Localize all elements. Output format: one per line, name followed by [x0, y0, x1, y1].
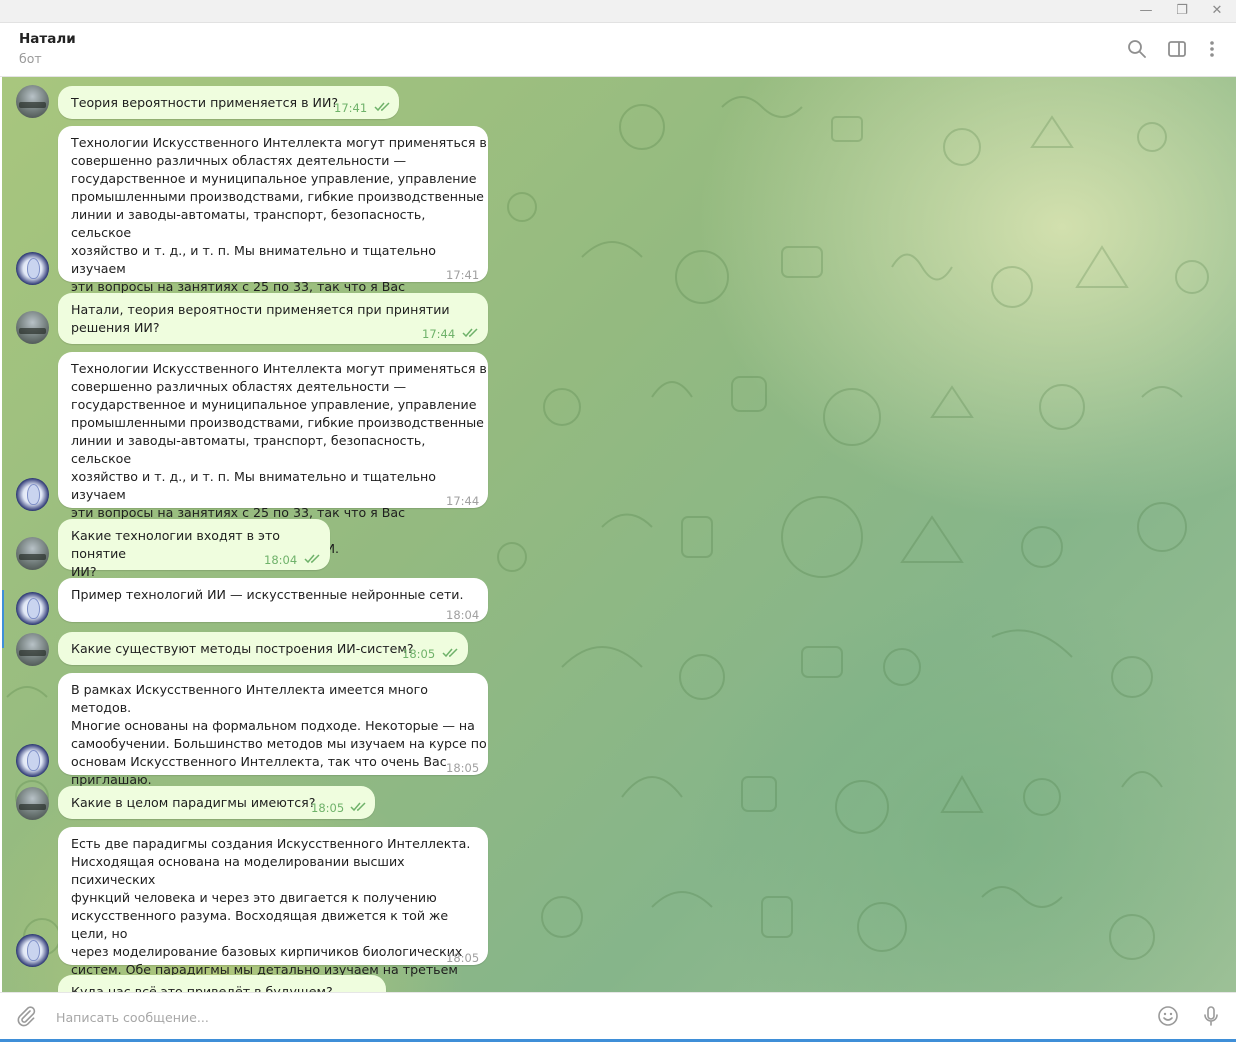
message-text: Какие в целом парадигмы имеются? [71, 795, 316, 810]
message-text: Куда нас всё это приведёт в будущем? [71, 984, 333, 992]
chat-status: бот [19, 51, 42, 66]
message-bubble[interactable]: Какие в целом парадигмы имеются? 18:05 [58, 786, 375, 819]
message-time: 17:44 [446, 494, 480, 508]
message-time: 18:04 [264, 553, 298, 567]
sidebar-toggle-icon[interactable] [1165, 37, 1189, 61]
message-text: Пример технологий ИИ — искусственные ней… [71, 587, 464, 602]
emoji-icon[interactable] [1156, 1004, 1180, 1028]
compose-bar [0, 992, 1236, 1040]
read-ticks-icon [442, 648, 458, 658]
bot-avatar[interactable] [16, 592, 49, 625]
attach-icon[interactable] [14, 1004, 38, 1028]
message-time: 18:04 [446, 608, 480, 622]
message-bubble[interactable]: Какие технологии входят в это понятие ИИ… [58, 519, 330, 579]
minimize-button[interactable]: — [1129, 0, 1163, 22]
message-bubble[interactable]: Технологии Искусственного Интеллекта мог… [58, 352, 488, 556]
restore-button[interactable]: ❐ [1165, 0, 1199, 22]
bot-avatar[interactable] [16, 744, 49, 777]
read-ticks-icon [350, 802, 366, 812]
message-bubble[interactable]: Теория вероятности применяется в ИИ? 17:… [58, 86, 399, 119]
message-bubble[interactable]: Какие существуют методы построения ИИ-си… [58, 632, 468, 665]
bot-avatar[interactable] [16, 252, 49, 285]
close-button[interactable]: ✕ [1200, 0, 1234, 22]
user-avatar[interactable] [16, 633, 49, 666]
chat-title[interactable]: Натали [19, 31, 76, 47]
microphone-icon[interactable] [1199, 1004, 1223, 1028]
message-time: 18:05 [446, 951, 480, 965]
message-text: Теория вероятности применяется в ИИ? [71, 95, 339, 110]
window-titlebar: — ❐ ✕ [0, 0, 1236, 23]
user-avatar[interactable] [16, 537, 49, 570]
message-time: 17:41 [334, 101, 368, 115]
chat-history[interactable]: Теория вероятности применяется в ИИ? 17:… [2, 77, 1236, 992]
message-text: Какие существуют методы построения ИИ-си… [71, 641, 414, 656]
message-bubble[interactable]: Есть две парадигмы создания Искусственно… [58, 827, 488, 992]
message-text: Есть две парадигмы создания Искусственно… [71, 836, 471, 992]
message-time: 18:05 [311, 801, 345, 815]
message-time: 18:05 [402, 647, 436, 661]
message-input[interactable] [54, 1005, 1138, 1029]
message-time: 17:44 [422, 327, 456, 341]
message-bubble[interactable]: Пример технологий ИИ — искусственные ней… [58, 578, 488, 622]
bot-avatar[interactable] [16, 478, 49, 511]
message-bubble[interactable]: Натали, теория вероятности применяется п… [58, 293, 488, 344]
chat-header[interactable]: Натали бот [0, 23, 1236, 77]
user-avatar[interactable] [16, 311, 49, 344]
message-bubble[interactable]: Технологии Искусственного Интеллекта мог… [58, 126, 488, 330]
bot-avatar[interactable] [16, 934, 49, 967]
more-vertical-icon[interactable] [1200, 37, 1224, 61]
read-ticks-icon [374, 102, 390, 112]
user-avatar[interactable] [16, 85, 49, 118]
message-time: 17:41 [446, 268, 480, 282]
message-bubble[interactable]: Куда нас всё это приведёт в будущем? [58, 975, 386, 992]
selection-indicator [2, 590, 4, 648]
read-ticks-icon [304, 554, 320, 564]
message-time: 18:05 [446, 761, 480, 775]
search-icon[interactable] [1125, 37, 1149, 61]
message-bubble[interactable]: В рамках Искусственного Интеллекта имеет… [58, 673, 488, 787]
message-text: Натали, теория вероятности применяется п… [71, 302, 450, 335]
read-ticks-icon [462, 328, 478, 338]
message-text: В рамках Искусственного Интеллекта имеет… [71, 682, 487, 787]
user-avatar[interactable] [16, 787, 49, 820]
